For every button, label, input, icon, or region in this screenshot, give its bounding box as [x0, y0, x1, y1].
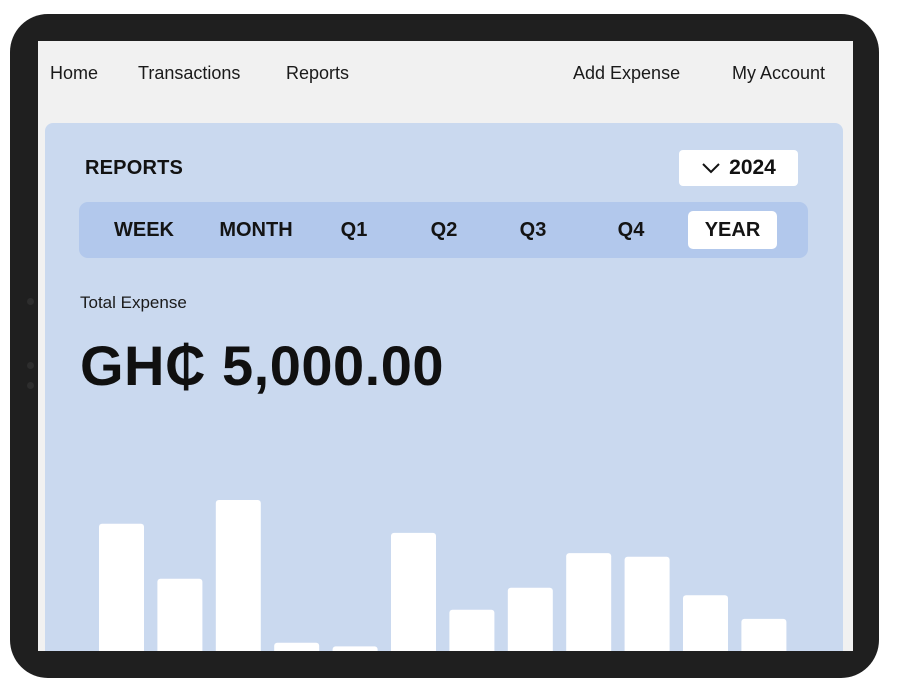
top-navigation: Home Transactions Reports Add Expense My… — [38, 41, 853, 107]
total-expense-label: Total Expense — [80, 293, 187, 312]
tab-q2[interactable]: Q2 — [414, 211, 474, 249]
total-expense-value: GH₵ 5,000.00 — [80, 334, 444, 397]
chart-bar — [157, 578, 203, 651]
chart-bar — [99, 523, 144, 651]
chart-bar — [332, 646, 378, 651]
tab-q3[interactable]: Q3 — [503, 211, 563, 249]
chart-bar — [624, 556, 670, 651]
year-dropdown-value: 2024 — [729, 156, 776, 179]
tab-week[interactable]: WEEK — [99, 211, 189, 249]
tab-year[interactable]: YEAR — [688, 211, 777, 249]
year-dropdown[interactable]: 2024 — [679, 150, 798, 186]
chart-bar — [683, 595, 728, 651]
side-camera-dot — [27, 298, 34, 305]
side-sensor-dot — [27, 382, 34, 389]
chart-bar — [741, 618, 787, 651]
chart-bar — [391, 532, 436, 651]
tab-month[interactable]: MONTH — [201, 211, 311, 249]
chart-bar — [566, 553, 612, 651]
chart-bar — [449, 609, 495, 651]
chart-bar — [274, 642, 320, 651]
tab-q4[interactable]: Q4 — [601, 211, 661, 249]
tab-q1[interactable]: Q1 — [324, 211, 384, 249]
nav-transactions[interactable]: Transactions — [138, 63, 240, 84]
reports-panel: REPORTS 2024 WEEK MONTH Q1 Q2 Q3 Q4 YEAR… — [45, 123, 843, 651]
chevron-down-icon — [702, 163, 720, 174]
page-title: REPORTS — [85, 157, 184, 179]
chart-bar — [507, 587, 553, 651]
expense-bar-chart — [99, 500, 787, 651]
nav-reports[interactable]: Reports — [286, 63, 349, 84]
nav-my-account[interactable]: My Account — [732, 63, 825, 84]
period-tabs: WEEK MONTH Q1 Q2 Q3 Q4 YEAR — [79, 202, 808, 258]
side-sensor-dot — [27, 362, 34, 369]
nav-home[interactable]: Home — [50, 63, 98, 84]
app-screen: Home Transactions Reports Add Expense My… — [38, 41, 853, 651]
nav-add-expense[interactable]: Add Expense — [573, 63, 680, 84]
chart-bar — [215, 500, 261, 651]
